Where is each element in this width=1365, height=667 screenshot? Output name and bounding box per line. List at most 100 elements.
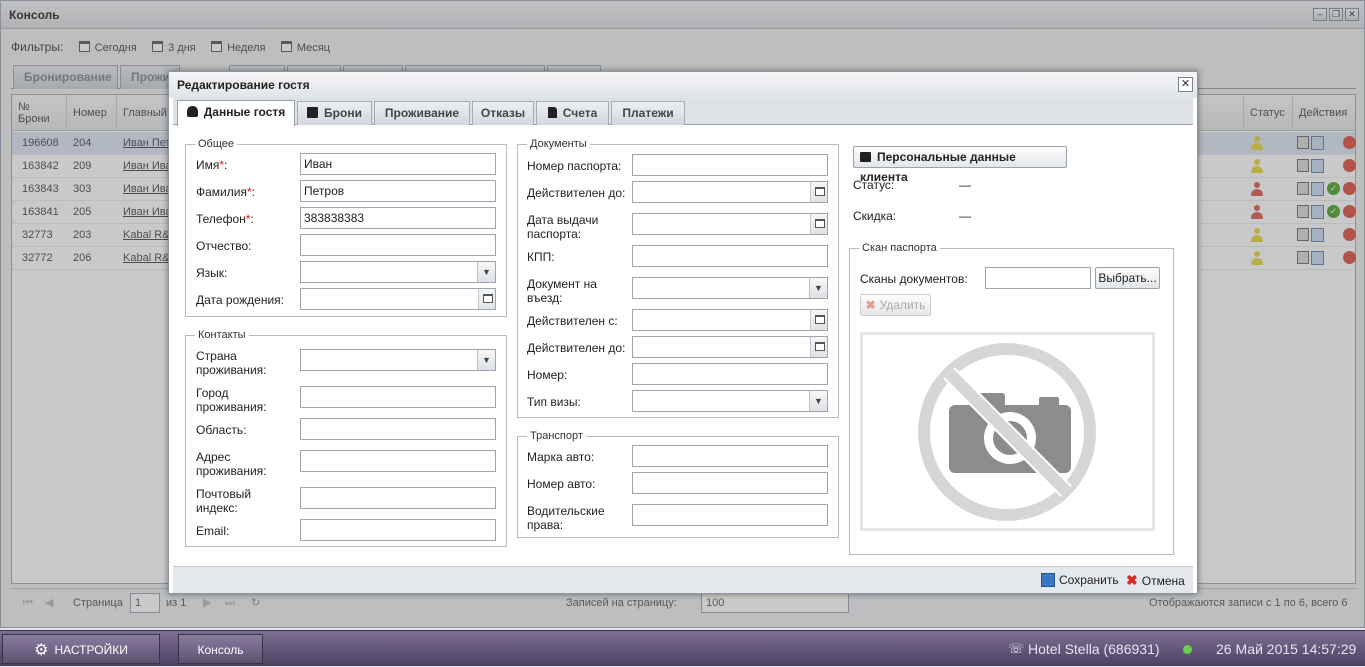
- kpp-input[interactable]: [632, 245, 828, 267]
- license-label: Водительские права:: [527, 504, 605, 532]
- personal-data-button[interactable]: Персональные данные клиента: [853, 146, 1067, 184]
- save-label: Сохранить: [1059, 573, 1119, 587]
- transport-legend: Транспорт: [530, 430, 583, 442]
- phone-input[interactable]: 383838383: [300, 207, 496, 229]
- country-select[interactable]: ▼: [300, 349, 496, 371]
- language-label: Язык:: [196, 266, 228, 280]
- general-legend: Общее: [198, 138, 235, 150]
- settings-label: НАСТРОЙКИ: [54, 643, 128, 657]
- delete-scan-label: Удалить: [879, 298, 926, 312]
- tab-refusals[interactable]: Отказы: [472, 101, 534, 125]
- scan-file-input[interactable]: [985, 267, 1091, 289]
- dialog-title: Редактирование гостя: [169, 72, 1197, 98]
- postal-input[interactable]: [300, 487, 496, 509]
- patronymic-input[interactable]: [300, 234, 496, 256]
- kpp-label: КПП:: [527, 250, 555, 264]
- calendar-picker-icon[interactable]: [810, 182, 827, 202]
- valid-until-label: Действителен до:: [527, 186, 626, 200]
- cancel-icon: ✖: [1126, 572, 1138, 588]
- status-label: Статус:: [853, 178, 895, 192]
- choose-file-button[interactable]: Выбрать...: [1095, 267, 1160, 289]
- hotel-name: Hotel Stella (686931): [1028, 641, 1160, 657]
- email-input[interactable]: [300, 519, 496, 541]
- surname-input[interactable]: Петров: [300, 180, 496, 202]
- entry-doc-select[interactable]: ▼: [632, 277, 828, 299]
- cancel-label: Отмена: [1141, 574, 1185, 588]
- close-icon[interactable]: ✕: [1178, 77, 1193, 92]
- cancel-button[interactable]: ✖ Отмена: [1126, 572, 1185, 588]
- document-icon: [547, 107, 557, 118]
- contacts-legend: Контакты: [198, 329, 246, 341]
- address-input[interactable]: [300, 450, 496, 472]
- online-status-icon: [1183, 645, 1192, 654]
- birthdate-input[interactable]: [300, 288, 496, 310]
- license-input[interactable]: [632, 504, 828, 526]
- car-brand-input[interactable]: [632, 445, 828, 467]
- datetime: 26 Май 2015 14:57:29: [1216, 641, 1357, 657]
- phone-label: Телефон*:: [196, 212, 254, 226]
- city-input[interactable]: [300, 386, 496, 408]
- status-value: —: [959, 178, 971, 192]
- tab-invoices[interactable]: Счета: [536, 101, 609, 125]
- calendar-picker-icon[interactable]: [810, 214, 827, 234]
- scan-docs-label: Сканы документов:: [860, 272, 968, 286]
- chevron-down-icon[interactable]: ▼: [809, 391, 827, 411]
- hotel-icon: ☏: [1008, 641, 1025, 656]
- entry-doc-label: Документ на въезд:: [527, 277, 597, 305]
- unlock-icon: [860, 152, 871, 162]
- number-label: Номер:: [527, 368, 568, 382]
- car-brand-label: Марка авто:: [527, 450, 595, 464]
- language-select[interactable]: ▼: [300, 261, 496, 283]
- tab-payments[interactable]: Платежи: [611, 101, 685, 125]
- passport-scan-legend: Скан паспорта: [862, 242, 937, 254]
- chevron-down-icon[interactable]: ▼: [477, 262, 495, 282]
- car-number-input[interactable]: [632, 472, 828, 494]
- valid-from-label: Действителен с:: [527, 314, 618, 328]
- valid-from-input[interactable]: [632, 309, 828, 331]
- address-label: Адрес проживания:: [196, 450, 267, 478]
- console-taskbar-button[interactable]: Консоль: [178, 634, 263, 664]
- visa-type-select[interactable]: ▼: [632, 390, 828, 412]
- floppy-icon: [1041, 573, 1055, 587]
- birthdate-label: Дата рождения:: [196, 293, 284, 307]
- region-label: Область:: [196, 423, 247, 437]
- tab-bookings[interactable]: Брони: [297, 101, 372, 125]
- chevron-down-icon[interactable]: ▼: [477, 350, 495, 370]
- passport-input[interactable]: [632, 154, 828, 176]
- calendar-picker-icon[interactable]: [810, 310, 827, 330]
- name-input[interactable]: Иван: [300, 153, 496, 175]
- calendar-picker-icon[interactable]: [810, 337, 827, 357]
- tab-stay[interactable]: Проживание: [374, 101, 470, 125]
- tab-invoices-label: Счета: [562, 106, 598, 120]
- save-button[interactable]: Сохранить: [1041, 572, 1119, 588]
- car-number-label: Номер авто:: [527, 477, 596, 491]
- discount-value: —: [959, 209, 971, 223]
- taskbar: ⚙ НАСТРОЙКИ Консоль ☏ Hotel Stella (68693…: [0, 630, 1365, 666]
- delete-scan-button[interactable]: ✖ Удалить: [860, 294, 931, 316]
- number-input[interactable]: [632, 363, 828, 385]
- tab-guest-data-label: Данные гостя: [203, 105, 286, 119]
- briefcase-icon: [307, 107, 319, 118]
- calendar-picker-icon[interactable]: [478, 289, 495, 309]
- name-label: Имя*:: [196, 158, 228, 172]
- visa-type-label: Тип визы:: [527, 395, 581, 409]
- postal-label: Почтовый индекс:: [196, 487, 252, 515]
- passport-label: Номер паспорта:: [527, 159, 622, 173]
- issue-date-input[interactable]: [632, 213, 828, 235]
- settings-button[interactable]: ⚙ НАСТРОЙКИ: [2, 634, 160, 664]
- country-label: Страна проживания:: [196, 349, 267, 377]
- email-label: Email:: [196, 524, 230, 538]
- dialog-footer: [173, 566, 1193, 593]
- chevron-down-icon[interactable]: ▼: [809, 278, 827, 298]
- region-input[interactable]: [300, 418, 496, 440]
- city-label: Город проживания:: [196, 386, 267, 414]
- valid-to-input[interactable]: [632, 336, 828, 358]
- discount-label: Скидка:: [853, 209, 897, 223]
- no-camera-icon: [918, 343, 1096, 521]
- patronymic-label: Отчество:: [196, 239, 252, 253]
- valid-to-label: Действителен до:: [527, 341, 626, 355]
- documents-legend: Документы: [530, 138, 587, 150]
- valid-until-input[interactable]: [632, 181, 828, 203]
- gear-icon: ⚙: [34, 642, 49, 659]
- tab-guest-data[interactable]: Данные гостя: [177, 100, 295, 126]
